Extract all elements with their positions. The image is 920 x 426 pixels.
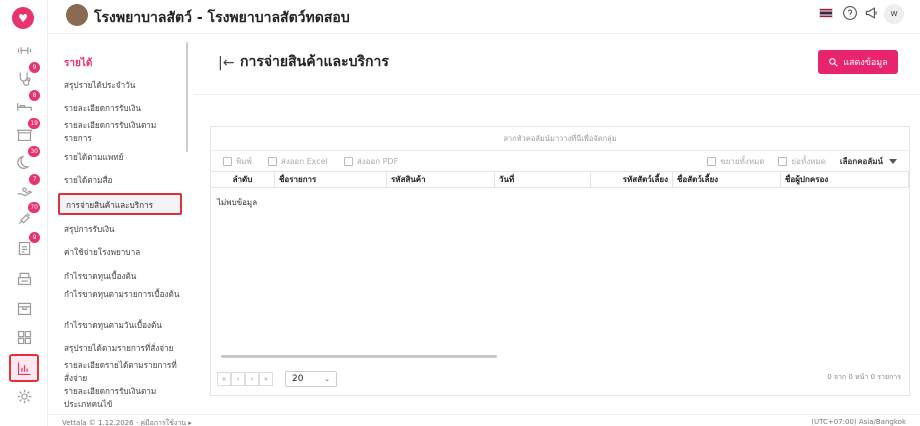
lab-report-icon[interactable]: 9 xyxy=(14,232,40,258)
search-icon xyxy=(829,57,838,67)
column-header[interactable]: วันที่ xyxy=(495,172,591,187)
page-info: 0 จาก 0 หน้า 0 รายการ xyxy=(827,373,901,381)
prev-page-button[interactable]: ‹ xyxy=(231,372,245,386)
settings-gear-icon[interactable] xyxy=(14,386,34,406)
help-icon[interactable] xyxy=(842,5,858,21)
menu-goods-services-dispense[interactable]: การจ่ายสินค้าและบริการ xyxy=(58,193,182,215)
store-icon[interactable]: 19 xyxy=(14,118,40,144)
submenu-title: รายได้ xyxy=(64,58,93,69)
last-page-button[interactable]: » xyxy=(259,372,273,386)
menu-payment-summary[interactable]: สรุปการรับเงิน xyxy=(64,223,182,236)
grid-header-row: ลำดับ ชื่อรายการ รหัสสินค้า วันที่ รหัสส… xyxy=(211,171,909,188)
menu-profit-loss-by-day[interactable]: กำไรขาดทุนตามวันเบื้องต้น xyxy=(64,319,182,332)
menu-income-by-doctor[interactable]: รายได้ตามแพทย์ xyxy=(64,151,182,164)
top-header: โรงพยาบาลสัตว์ - โรงพยาบาลสัตว์ทดสอบ w xyxy=(48,0,920,34)
night-badge: 30 xyxy=(28,146,40,157)
menu-payment-details-by-item[interactable]: รายละเอียดการรับเงินตามรายการ xyxy=(64,119,182,145)
dashboard-grid-icon[interactable] xyxy=(14,327,34,347)
collapse-icon xyxy=(778,156,788,166)
print-button[interactable]: พิมพ์ xyxy=(223,155,252,168)
appointments-badge: 9 xyxy=(29,62,40,73)
collapse-all-label: ย่อทั้งหมด xyxy=(791,156,826,166)
admit-badge: 8 xyxy=(29,90,40,101)
column-header[interactable]: รหัสสินค้า xyxy=(387,172,495,187)
menu-payment-by-patient-type[interactable]: รายละเอียดการรับเงินตามประเภทคนไข้ xyxy=(64,385,182,411)
cash-register-icon[interactable] xyxy=(14,268,34,288)
page-size-value: 20 xyxy=(292,374,304,384)
reports-submenu: รายได้ สรุปรายได้ประจำวัน รายละเอียดการร… xyxy=(48,34,194,414)
icon-rail: ♥ 9 8 19 30 7 70 9 xyxy=(0,0,48,426)
page-size-select[interactable]: 20 ⌄ xyxy=(285,371,337,387)
print-label: พิมพ์ xyxy=(236,156,252,166)
reports-chart-icon[interactable] xyxy=(9,354,39,382)
data-grid: ลากหัวคอลัมน์มาวางที่นี่เพื่อจัดกลุ่ม พิ… xyxy=(210,126,910,396)
hand-badge: 7 xyxy=(29,174,40,185)
menu-basic-profit-loss[interactable]: กำไรขาดทุนเบื้องต้น xyxy=(64,270,182,283)
app: ♥ 9 8 19 30 7 70 9 โรงพยาบาลสัตว์ - โรงพ… xyxy=(0,0,920,426)
menu-income-details-by-order[interactable]: รายละเอียดรายได้ตามรายการที่สั่งจ่าย xyxy=(64,359,182,385)
pager: « ‹ › » 20 ⌄ xyxy=(217,371,337,387)
menu-income-summary-by-order[interactable]: สรุปรายได้ตามรายการที่สั่งจ่าย xyxy=(64,342,182,355)
printer-icon xyxy=(223,156,232,166)
package-icon[interactable] xyxy=(14,298,34,318)
choose-columns-button[interactable]: เลือกคอลัมน์ xyxy=(840,155,897,168)
menu-profit-loss-by-item[interactable]: กำไรขาดทุนตามรายการเบื้องต้น xyxy=(64,288,182,301)
grid-toolbar: พิมพ์ ส่งออก Excel ส่งออก PDF ขยายทั้งหม… xyxy=(211,151,909,171)
header-divider xyxy=(194,94,920,95)
menu-income-by-media[interactable]: รายได้ตามสื่อ xyxy=(64,174,182,187)
vaccine-badge: 70 xyxy=(28,202,40,213)
moon-icon[interactable]: 30 xyxy=(14,146,40,172)
megaphone-icon[interactable] xyxy=(864,5,880,21)
collapse-back-icon[interactable]: |← xyxy=(218,55,234,71)
main-content: |← การจ่ายสินค้าและบริการ แสดงข้อมูล ลาก… xyxy=(194,34,920,414)
next-page-button[interactable]: › xyxy=(245,372,259,386)
expand-all-button[interactable]: ขยายทั้งหมด xyxy=(707,155,764,168)
menu-daily-income-summary[interactable]: สรุปรายได้ประจำวัน xyxy=(64,79,182,92)
export-excel-label: ส่งออก Excel xyxy=(280,156,328,166)
export-excel-button[interactable]: ส่งออก Excel xyxy=(267,155,328,168)
column-header[interactable]: รหัสสัตว์เลี้ยง xyxy=(591,172,673,187)
column-header[interactable]: ชื่อรายการ xyxy=(275,172,387,187)
column-header[interactable]: ชื่อผู้ปกครอง xyxy=(781,172,909,187)
column-header[interactable]: ชื่อสัตว์เลี้ยง xyxy=(673,172,781,187)
hospital-avatar xyxy=(66,4,88,26)
export-pdf-label: ส่งออก PDF xyxy=(356,156,399,166)
excel-icon xyxy=(267,156,277,166)
shop-badge: 19 xyxy=(28,118,40,129)
caret-down-icon xyxy=(889,158,897,164)
hospital-name[interactable]: โรงพยาบาลสัตว์ - โรงพยาบาลสัตว์ทดสอบ xyxy=(94,7,350,29)
first-page-button[interactable]: « xyxy=(217,372,231,386)
group-panel[interactable]: ลากหัวคอลัมน์มาวางที่นี่เพื่อจัดกลุ่ม xyxy=(211,127,909,151)
hand-holding-icon[interactable]: 7 xyxy=(14,174,40,200)
expand-icon xyxy=(707,156,717,166)
menu-payment-details[interactable]: รายละเอียดการรับเงิน xyxy=(64,102,182,115)
page-title: การจ่ายสินค้าและบริการ xyxy=(240,54,389,70)
thai-flag-icon[interactable] xyxy=(818,5,834,21)
expand-all-label: ขยายทั้งหมด xyxy=(720,156,765,166)
horizontal-scrollbar[interactable] xyxy=(221,355,497,358)
submenu-scrollbar[interactable] xyxy=(186,42,188,152)
stethoscope-icon[interactable]: 9 xyxy=(14,62,40,88)
show-data-button[interactable]: แสดงข้อมูล xyxy=(818,50,898,74)
user-avatar[interactable]: w xyxy=(884,4,904,24)
column-header[interactable]: ลำดับ xyxy=(211,172,275,187)
choose-columns-label: เลือกคอลัมน์ xyxy=(839,156,883,166)
footer-timezone: (UTC+07:00) Asia/Bangkok xyxy=(811,418,906,426)
collapse-all-button[interactable]: ย่อทั้งหมด xyxy=(778,155,826,168)
menu-hospital-expenses[interactable]: ค่าใช้จ่ายโรงพยาบาล xyxy=(64,246,182,259)
show-data-label: แสดงข้อมูล xyxy=(843,57,888,67)
no-data-message: ไม่พบข้อมูล xyxy=(217,198,258,207)
app-logo-heart-icon[interactable]: ♥ xyxy=(12,7,34,29)
syringe-icon[interactable]: 70 xyxy=(14,202,40,228)
pdf-icon xyxy=(343,156,353,166)
bed-icon[interactable]: 8 xyxy=(14,90,40,116)
lab-badge: 9 xyxy=(29,232,40,243)
chevron-down-icon: ⌄ xyxy=(324,375,330,383)
footer: Vettala © 1.12.2026 · คู่มือการใช้งาน ▸ … xyxy=(48,414,920,426)
export-pdf-button[interactable]: ส่งออก PDF xyxy=(343,155,399,168)
dumbbell-icon[interactable] xyxy=(14,40,34,60)
footer-copyright[interactable]: Vettala © 1.12.2026 · คู่มือการใช้งาน ▸ xyxy=(62,418,192,426)
